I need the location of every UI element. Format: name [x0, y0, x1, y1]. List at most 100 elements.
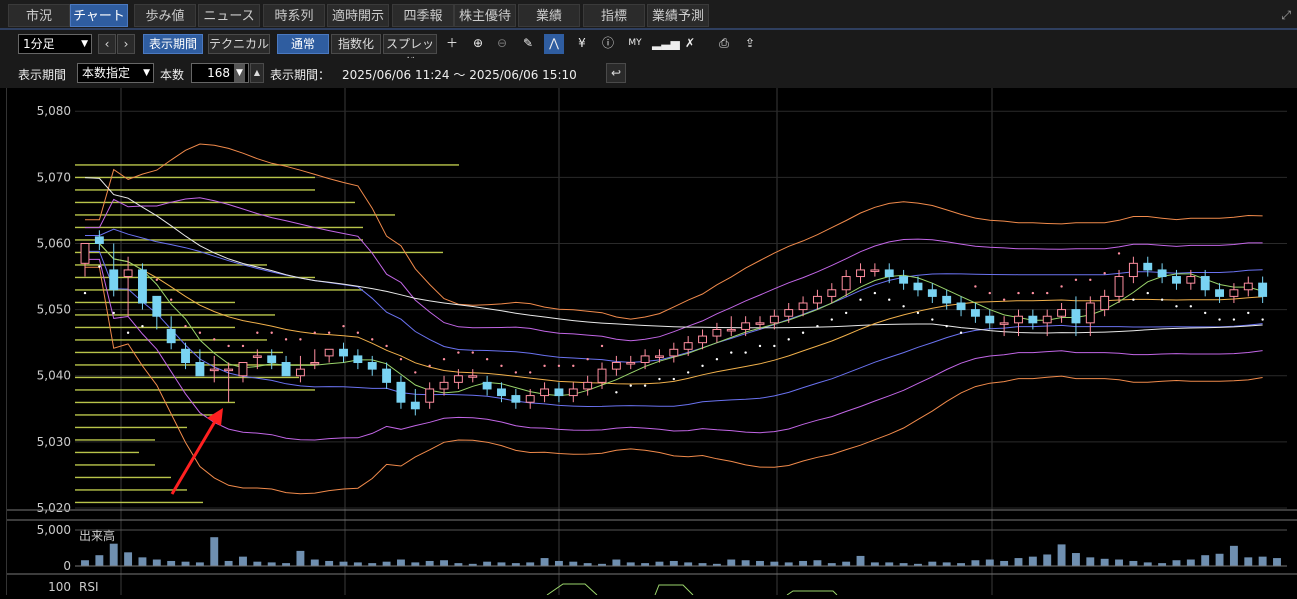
print-icon[interactable]: ⎙	[714, 34, 734, 54]
sar-dot	[241, 344, 245, 348]
price-chart[interactable]: 5,020 5,030 5,040 5,050 5,060 5,070 5,080 5,000…	[6, 88, 1297, 596]
sar-dot	[471, 351, 474, 354]
sar-dot	[428, 364, 431, 368]
tab-1[interactable]: チャート	[70, 4, 128, 27]
volume-bar	[1172, 560, 1181, 566]
period-mode-select[interactable]: 本数指定 ▼	[77, 63, 154, 83]
sar-dot	[1203, 311, 1207, 315]
candle-body	[1215, 289, 1225, 297]
volume-bar	[942, 562, 951, 566]
volume-bar	[339, 561, 348, 566]
sar-dot	[112, 311, 115, 315]
sar-dot	[98, 265, 101, 268]
rsi-line	[546, 583, 838, 596]
sar-dot	[198, 331, 202, 334]
sar-dot	[758, 344, 762, 348]
prev-button[interactable]: ‹	[98, 34, 116, 54]
candle-body	[683, 342, 693, 350]
trend-icon[interactable]: ⋀	[544, 34, 564, 54]
candle-body	[310, 362, 320, 365]
candle-body	[1085, 302, 1095, 324]
tab-0[interactable]: 市況	[8, 4, 70, 27]
tab-6[interactable]: 四季報	[392, 4, 454, 27]
volume-bar	[325, 560, 334, 566]
volume-profile-bar	[75, 289, 363, 291]
volume-profile-bar	[75, 414, 219, 416]
sar-dot	[586, 358, 589, 361]
sar-dot	[1017, 291, 1020, 295]
tab-8[interactable]: 業績	[518, 4, 580, 27]
candle-body	[195, 362, 205, 377]
sar-dot	[1060, 285, 1063, 288]
candle-body	[841, 276, 851, 291]
histogram-icon[interactable]: ▂▃▅	[652, 34, 680, 54]
volume-bar	[1201, 555, 1210, 566]
volume-bar	[425, 560, 434, 566]
tab-10[interactable]: 業績予測	[647, 4, 709, 27]
pencil-icon[interactable]: ✎	[518, 34, 538, 54]
candle-body	[1114, 276, 1124, 297]
expand-icon[interactable]: ⤢	[1281, 8, 1291, 23]
candle-body	[583, 381, 593, 390]
info-icon[interactable]: ⓘ	[598, 34, 618, 54]
tab-2[interactable]: 歩み値	[134, 4, 196, 27]
zoom-out-icon[interactable]: ⊖	[492, 34, 512, 54]
volume-profile-bar	[75, 489, 187, 491]
volume-bar	[784, 562, 793, 566]
period-button[interactable]: 表示期間	[143, 34, 203, 54]
candle-body	[913, 282, 923, 291]
volume-bar	[1273, 558, 1281, 566]
my-icon[interactable]: MY	[625, 34, 645, 54]
volume-bar	[152, 559, 161, 566]
volume-bar	[526, 562, 535, 566]
volume-bar	[1244, 557, 1253, 566]
candle-body	[238, 362, 248, 377]
crosshair-icon[interactable]: ＋	[442, 34, 462, 54]
export-icon[interactable]: ⇪	[740, 34, 760, 54]
count-input[interactable]: 168 ▼	[191, 63, 249, 83]
stepper-down-icon[interactable]: ▼	[234, 64, 245, 82]
volume-profile-bar	[75, 376, 299, 379]
yen-icon[interactable]: ¥	[572, 34, 592, 54]
tab-4[interactable]: 時系列	[263, 4, 325, 27]
index-button[interactable]: 指数化	[331, 34, 381, 54]
tab-3[interactable]: ニュース	[198, 4, 260, 27]
sar-dot	[615, 391, 618, 394]
stepper-up-icon[interactable]: ▲	[250, 63, 264, 83]
volume-bar	[1143, 562, 1152, 566]
candle-body	[166, 328, 176, 344]
tab-7[interactable]: 株主優待	[454, 4, 516, 27]
sar-dot	[485, 358, 489, 361]
y-tick-label: 5,050	[37, 303, 71, 317]
y-tick-label: 5,080	[37, 104, 71, 118]
wrench-icon[interactable]: ✗	[680, 34, 700, 54]
sar-dot	[715, 358, 719, 361]
interval-select[interactable]: 1分足 ▼	[18, 34, 92, 54]
tab-9[interactable]: 指標	[583, 4, 645, 27]
reset-range-icon[interactable]: ↩	[606, 63, 626, 83]
volume-bar	[971, 560, 980, 566]
spread-button[interactable]: スプレッド	[383, 34, 437, 69]
zoom-in-icon[interactable]: ⊕	[468, 34, 488, 54]
candle-body	[899, 276, 909, 284]
candle-body	[640, 355, 650, 364]
tab-5[interactable]: 適時開示	[327, 4, 389, 27]
volume-tick-label: 0	[63, 559, 71, 573]
volume-bar	[842, 561, 851, 566]
volume-profile-bar	[75, 351, 283, 354]
next-button[interactable]: ›	[117, 34, 135, 54]
sar-dot	[270, 331, 273, 334]
volume-profile-bar	[75, 451, 139, 454]
technical-button[interactable]: テクニカル	[208, 34, 270, 54]
volume-bar	[612, 559, 621, 566]
candle-body	[568, 388, 578, 397]
sar-dot	[457, 351, 460, 354]
volume-bar	[540, 558, 549, 566]
candle-body	[999, 322, 1009, 325]
volume-profile-bar	[75, 226, 363, 229]
sar-dot	[371, 338, 374, 341]
volume-bar	[985, 559, 994, 566]
volume-bar	[928, 561, 937, 566]
normal-button[interactable]: 通常	[277, 34, 329, 54]
volume-profile-bar	[75, 251, 443, 254]
